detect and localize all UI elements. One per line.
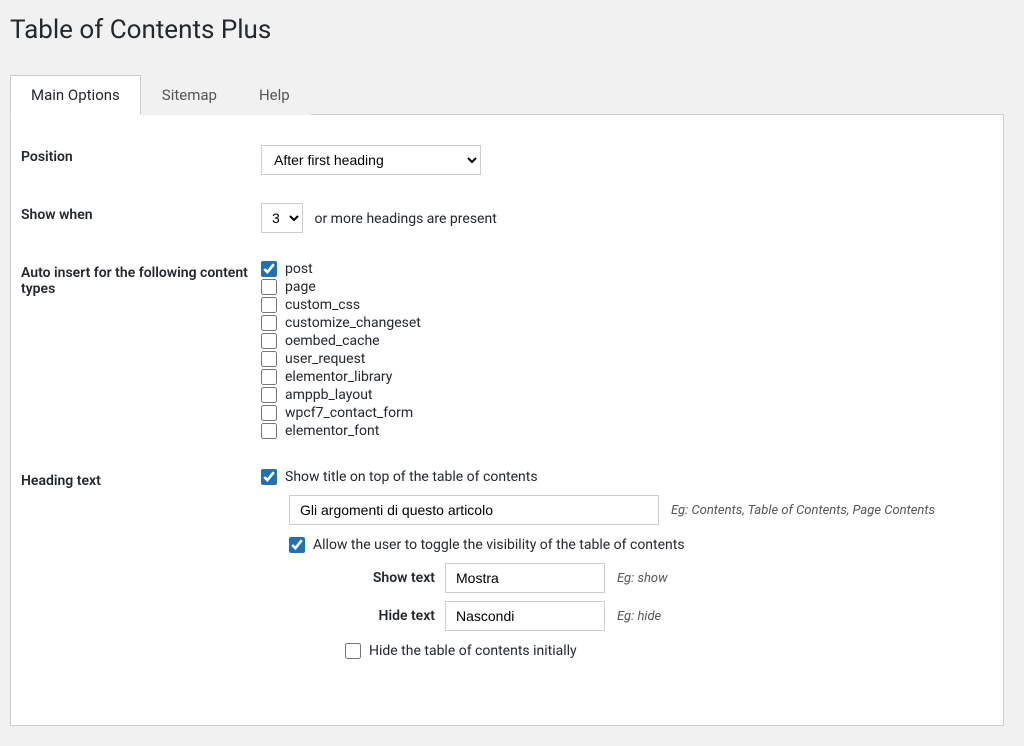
list-item: elementor_library <box>261 369 993 385</box>
checkbox-label: user_request <box>285 351 365 367</box>
tab-main-options[interactable]: Main Options <box>10 75 141 115</box>
hide-text-input[interactable] <box>445 601 605 631</box>
checkbox-show-title[interactable] <box>261 469 277 485</box>
checkbox-label: amppb_layout <box>285 387 373 403</box>
auto-insert-label: Auto insert for the following content ty… <box>21 261 261 297</box>
checkbox-label: custom_css <box>285 297 360 313</box>
content-types-list: post page custom_css customize_changeset… <box>261 261 993 441</box>
tab-sitemap[interactable]: Sitemap <box>141 75 238 115</box>
checkbox-post[interactable] <box>261 261 277 277</box>
checkbox-custom-css[interactable] <box>261 297 277 313</box>
checkbox-wpcf7-contact-form[interactable] <box>261 405 277 421</box>
checkbox-customize-changeset[interactable] <box>261 315 277 331</box>
list-item: user_request <box>261 351 993 367</box>
settings-panel: Position After first heading Show when 3… <box>10 115 1004 726</box>
checkbox-label: post <box>285 261 313 277</box>
hide-initially-row: Hide the table of contents initially <box>345 643 993 659</box>
checkbox-user-request[interactable] <box>261 351 277 367</box>
list-item: elementor_font <box>261 423 993 439</box>
list-item: amppb_layout <box>261 387 993 403</box>
list-item: custom_css <box>261 297 993 313</box>
title-input[interactable] <box>289 495 659 525</box>
list-item: page <box>261 279 993 295</box>
title-hint: Eg: Contents, Table of Contents, Page Co… <box>671 503 935 518</box>
list-item: customize_changeset <box>261 315 993 331</box>
show-text-hint: Eg: show <box>617 571 668 586</box>
page-title: Table of Contents Plus <box>10 10 1004 45</box>
checkbox-hide-initially[interactable] <box>345 643 361 659</box>
checkbox-amppb-layout[interactable] <box>261 387 277 403</box>
show-text-input[interactable] <box>445 563 605 593</box>
checkbox-page[interactable] <box>261 279 277 295</box>
show-when-select[interactable]: 3 <box>261 203 303 233</box>
show-when-label: Show when <box>21 203 261 223</box>
checkbox-elementor-font[interactable] <box>261 423 277 439</box>
hide-initially-label: Hide the table of contents initially <box>369 643 577 659</box>
checkbox-label: page <box>285 279 316 295</box>
checkbox-oembed-cache[interactable] <box>261 333 277 349</box>
row-auto-insert: Auto insert for the following content ty… <box>21 261 993 441</box>
row-show-when: Show when 3 or more headings are present <box>21 203 993 233</box>
hide-text-hint: Eg: hide <box>617 609 661 624</box>
hide-text-label: Hide text <box>345 608 435 624</box>
checkbox-label: customize_changeset <box>285 315 421 331</box>
checkbox-allow-toggle[interactable] <box>289 537 305 553</box>
checkbox-label: oembed_cache <box>285 333 380 349</box>
checkbox-elementor-library[interactable] <box>261 369 277 385</box>
row-position: Position After first heading <box>21 145 993 175</box>
show-when-suffix: or more headings are present <box>314 211 496 227</box>
checkbox-label: wpcf7_contact_form <box>285 405 413 421</box>
list-item: oembed_cache <box>261 333 993 349</box>
checkbox-label: elementor_font <box>285 423 379 439</box>
show-title-row: Show title on top of the table of conten… <box>261 469 993 485</box>
tab-help[interactable]: Help <box>238 75 311 115</box>
show-title-label: Show title on top of the table of conten… <box>285 469 538 485</box>
show-text-label: Show text <box>345 570 435 586</box>
heading-text-label: Heading text <box>21 469 261 489</box>
list-item: post <box>261 261 993 277</box>
tabs: Main Options Sitemap Help <box>10 75 1004 115</box>
allow-toggle-label: Allow the user to toggle the visibility … <box>313 537 685 553</box>
list-item: wpcf7_contact_form <box>261 405 993 421</box>
position-label: Position <box>21 145 261 165</box>
checkbox-label: elementor_library <box>285 369 392 385</box>
position-select[interactable]: After first heading <box>261 145 481 175</box>
row-heading-text: Heading text Show title on top of the ta… <box>21 469 993 667</box>
allow-toggle-row: Allow the user to toggle the visibility … <box>289 537 993 553</box>
